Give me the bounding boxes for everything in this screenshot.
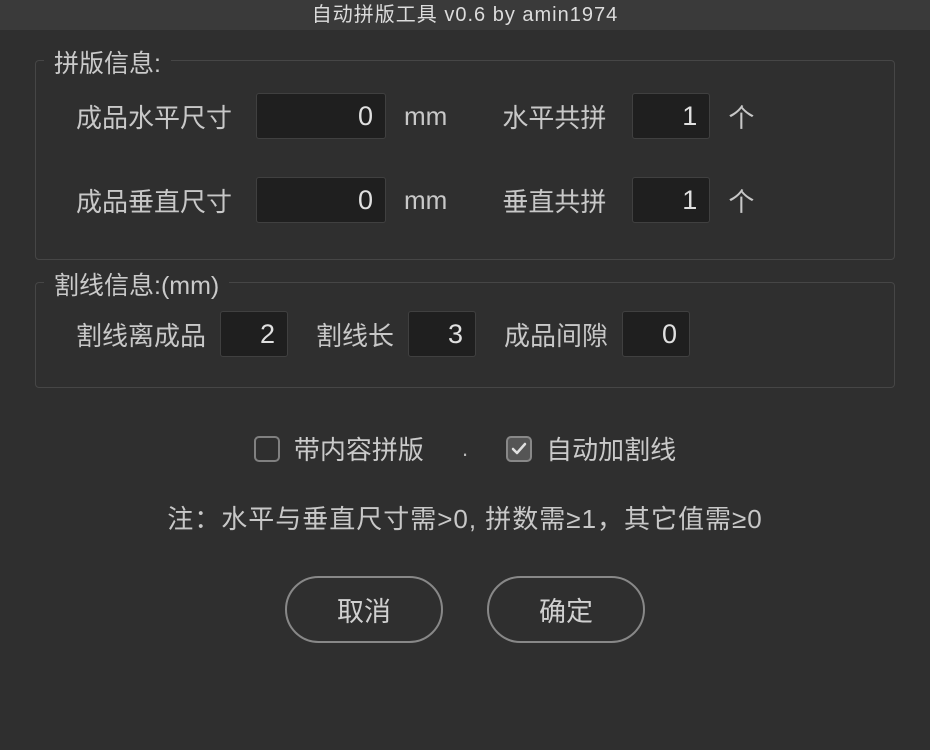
label-horizontal-size: 成品水平尺寸 (76, 98, 256, 135)
label-vertical-count: 垂直共拼 (502, 182, 632, 219)
row-horizontal-size: 成品水平尺寸 mm 水平共拼 个 (76, 93, 854, 139)
input-horizontal-size[interactable] (256, 93, 386, 139)
input-product-gap[interactable] (622, 311, 690, 357)
check-icon (511, 441, 527, 457)
unit-count-2: 个 (728, 182, 754, 219)
window-title: 自动拼版工具 v0.6 by amin1974 (312, 4, 618, 26)
input-vertical-count[interactable] (632, 177, 710, 223)
panel-title-cutline: 割线信息:(mm) (44, 266, 229, 302)
input-vertical-size[interactable] (256, 177, 386, 223)
input-cutline-length[interactable] (408, 311, 476, 357)
panel-imposition-info: 拼版信息: 成品水平尺寸 mm 水平共拼 个 成品垂直尺寸 mm 垂直共拼 个 (35, 60, 895, 260)
unit-mm-2: mm (404, 185, 447, 216)
checkbox-box-1 (254, 436, 280, 462)
checkbox-auto-cutline[interactable]: 自动加割线 (506, 430, 676, 467)
label-cutline-offset: 割线离成品 (76, 316, 206, 353)
separator-dot: . (462, 436, 468, 462)
cancel-button[interactable]: 取消 (285, 576, 443, 643)
ok-button[interactable]: 确定 (487, 576, 645, 643)
input-cutline-offset[interactable] (220, 311, 288, 357)
row-vertical-size: 成品垂直尺寸 mm 垂直共拼 个 (76, 177, 854, 223)
label-product-gap: 成品间隙 (504, 316, 608, 353)
button-row: 取消 确定 (35, 576, 895, 643)
label-cutline-length: 割线长 (316, 316, 394, 353)
input-horizontal-count[interactable] (632, 93, 710, 139)
panel-cutline-info: 割线信息:(mm) 割线离成品 割线长 成品间隙 (35, 282, 895, 388)
checkbox-label-1: 带内容拼版 (294, 430, 424, 467)
unit-mm-1: mm (404, 101, 447, 132)
checkbox-box-2 (506, 436, 532, 462)
label-horizontal-count: 水平共拼 (502, 98, 632, 135)
note-text: 注：水平与垂直尺寸需>0, 拼数需≥1，其它值需≥0 (35, 499, 895, 536)
panel-title-imposition: 拼版信息: (44, 44, 171, 80)
window-titlebar: 自动拼版工具 v0.6 by amin1974 (0, 0, 930, 30)
checkbox-row: 带内容拼版 . 自动加割线 (35, 430, 895, 467)
checkbox-with-content[interactable]: 带内容拼版 (254, 430, 424, 467)
row-cutline: 割线离成品 割线长 成品间隙 (76, 311, 854, 357)
checkbox-label-2: 自动加割线 (546, 430, 676, 467)
unit-count-1: 个 (728, 98, 754, 135)
label-vertical-size: 成品垂直尺寸 (76, 182, 256, 219)
dialog-content: 拼版信息: 成品水平尺寸 mm 水平共拼 个 成品垂直尺寸 mm 垂直共拼 个 … (0, 30, 930, 663)
